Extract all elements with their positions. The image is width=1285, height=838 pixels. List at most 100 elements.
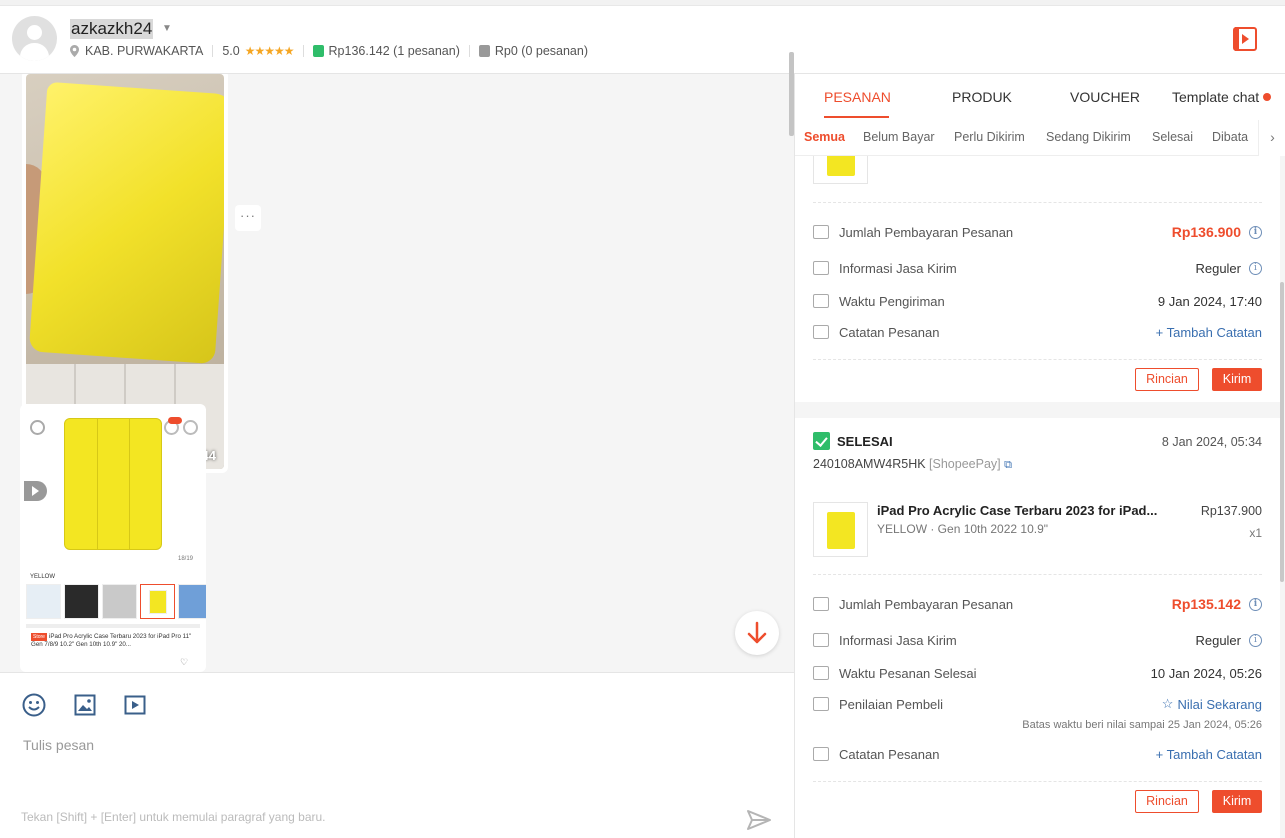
- shipping-row: Informasi Jasa Kirim Reguler i: [813, 630, 1262, 650]
- collapse-panel-icon[interactable]: [1233, 27, 1257, 51]
- subtab-dibatalkan[interactable]: Dibata: [1212, 130, 1248, 144]
- order-card-1: Jumlah Pembayaran Pesanan Rp136.900 i Inf…: [795, 129, 1280, 402]
- product-qty: x1: [1249, 526, 1262, 540]
- rating-deadline: Batas waktu beri nilai sampai 25 Jan 202…: [1022, 719, 1262, 731]
- tab-voucher[interactable]: VOUCHER: [1070, 89, 1140, 105]
- subtab-semua[interactable]: Semua: [804, 130, 845, 144]
- active-tab-indicator: [824, 116, 889, 118]
- detail-button[interactable]: Rincian: [1135, 790, 1199, 813]
- variant-thumbnails: [26, 584, 206, 619]
- message-input[interactable]: Tulis pesan: [23, 737, 94, 753]
- payment-method: [ShopeePay]: [929, 457, 1001, 471]
- add-note-link[interactable]: + Tambah Catatan: [1156, 325, 1262, 340]
- info-icon[interactable]: i: [1249, 261, 1262, 275]
- tab-pesanan[interactable]: PESANAN: [824, 89, 891, 105]
- payment-row: Jumlah Pembayaran Pesanan Rp135.142 i: [813, 594, 1262, 614]
- variant-label: YELLOW: [30, 574, 56, 580]
- complete-time-row: Waktu Pesanan Selesai 10 Jan 2024, 05:26: [813, 663, 1262, 683]
- subtab-perlu-dikirim[interactable]: Perlu Dikirim: [954, 130, 1025, 144]
- completed-orders: Rp136.142 (1 pesanan): [328, 44, 460, 58]
- add-note-link[interactable]: + Tambah Catatan: [1156, 747, 1262, 762]
- star-outline-icon: ☆: [1161, 696, 1174, 711]
- payment-icon: [813, 597, 829, 611]
- note-icon: [813, 325, 829, 339]
- order-card-2: SELESAI 8 Jan 2024, 05:34 240108AMW4R5HK…: [795, 418, 1280, 838]
- video-icon[interactable]: [124, 695, 146, 715]
- location-pin-icon: [70, 45, 79, 57]
- notification-dot: [1263, 93, 1272, 101]
- payment-amount: Rp136.900: [1171, 224, 1241, 240]
- send-order-button[interactable]: Kirim: [1212, 790, 1262, 813]
- subtab-belum-bayar[interactable]: Belum Bayar: [863, 130, 935, 144]
- product-title: Store iPad Pro Acrylic Case Terbaru 2023 …: [31, 633, 192, 648]
- order-id: 240108AMW4R5HK: [813, 457, 926, 471]
- delivery-time-value: 9 Jan 2024, 17:40: [1157, 293, 1262, 309]
- chat-messages[interactable]: 10:44 ··· 18/19 YELLOW StoreiPad Pro Acr…: [0, 74, 794, 672]
- image-counter: 18/19: [178, 556, 194, 562]
- order-id-line: 240108AMW4R5HK [ShopeePay] ⧉: [813, 457, 1012, 472]
- send-icon[interactable]: [746, 809, 772, 831]
- composer-hint: Tekan [Shift] + [Enter] untuk memulai pa…: [21, 810, 326, 824]
- info-icon: [183, 420, 198, 435]
- shipping-value: Reguler: [1195, 260, 1241, 276]
- panel-scrollbar[interactable]: [1280, 282, 1284, 582]
- shipping-value: Reguler: [1195, 632, 1241, 648]
- image-icon[interactable]: [74, 694, 96, 716]
- info-icon[interactable]: i: [1249, 633, 1262, 647]
- payment-icon: [813, 225, 829, 239]
- chevron-down-icon[interactable]: ▼: [162, 23, 172, 34]
- product-screenshot-message[interactable]: 18/19 YELLOW Store iPad Pro Acrylic Case …: [20, 404, 206, 672]
- panel-tabs: PESANAN PRODUK VOUCHER Template chat: [795, 74, 1285, 120]
- avatar[interactable]: [12, 16, 57, 61]
- tab-template-chat[interactable]: Template chat: [1172, 89, 1272, 105]
- subtab-selesai[interactable]: Selesai: [1152, 130, 1193, 144]
- buyer-meta: KAB. PURWAKARTA 5.0 ★★★★★ Rp136.142 (1 p…: [70, 44, 588, 58]
- emoji-icon[interactable]: [22, 693, 46, 717]
- product-price: Rp137.900: [1200, 504, 1262, 518]
- send-order-button[interactable]: Kirim: [1212, 368, 1262, 391]
- buyer-location: KAB. PURWAKARTA: [85, 44, 204, 58]
- subtab-sedang-dikirim[interactable]: Sedang Dikirim: [1046, 130, 1131, 144]
- cancelled-order-icon: [478, 45, 490, 57]
- chat-header: azkazkh24 ▼ KAB. PURWAKARTA 5.0 ★★★★★ Rp…: [0, 6, 1285, 74]
- truck-icon: [813, 261, 829, 275]
- scroll-to-bottom-button[interactable]: [735, 611, 779, 655]
- truck-icon: [813, 633, 829, 647]
- info-icon[interactable]: i: [1249, 597, 1262, 611]
- detail-button[interactable]: Rincian: [1135, 368, 1199, 391]
- star-rating-icon: ★★★★★: [244, 44, 295, 58]
- order-status: SELESAI: [837, 434, 893, 449]
- product-image: [64, 418, 162, 550]
- shipping-row: Informasi Jasa Kirim Reguler i: [813, 258, 1262, 278]
- order-date: 8 Jan 2024, 05:34: [1161, 435, 1262, 449]
- order-note-row: Catatan Pesanan + Tambah Catatan: [813, 322, 1262, 342]
- calendar-check-icon: [813, 666, 829, 680]
- product-thumbnail[interactable]: [813, 502, 868, 557]
- username[interactable]: azkazkh24: [70, 19, 154, 39]
- product-variant: YELLOW · Gen 10th 2022 10.9": [877, 522, 1049, 536]
- rate-now-link[interactable]: ☆ Nilai Sekarang: [1162, 696, 1262, 712]
- delivery-truck-icon: [813, 294, 829, 308]
- info-icon[interactable]: i: [1249, 225, 1262, 239]
- rating-row: Penilaian Pembeli ☆ Nilai Sekarang: [813, 694, 1262, 714]
- completed-order-icon: [312, 45, 324, 57]
- tab-produk[interactable]: PRODUK: [952, 89, 1012, 105]
- chevron-right-icon[interactable]: ›: [1258, 120, 1285, 156]
- external-link-icon[interactable]: ⧉: [1004, 459, 1012, 471]
- heart-icon: ♡: [180, 657, 189, 667]
- cart-badge: [168, 417, 182, 424]
- buyer-rating: 5.0: [222, 44, 240, 58]
- rating-icon: [813, 697, 829, 711]
- complete-time-value: 10 Jan 2024, 05:26: [1150, 665, 1262, 681]
- message-composer: Tulis pesan Tekan [Shift] + [Enter] untu…: [0, 672, 794, 838]
- play-icon: [24, 481, 47, 501]
- order-filter-tabs: Semua Belum Bayar Perlu Dikirim Sedang D…: [795, 120, 1285, 156]
- completed-status-icon: [813, 432, 830, 450]
- cancelled-orders: Rp0 (0 pesanan): [494, 44, 588, 58]
- arrow-down-icon: [747, 621, 767, 644]
- more-options-icon[interactable]: ···: [235, 205, 261, 231]
- back-icon: [30, 420, 45, 435]
- delivery-time-row: Waktu Pengiriman 9 Jan 2024, 17:40: [813, 291, 1262, 311]
- product-name[interactable]: iPad Pro Acrylic Case Terbaru 2023 for i…: [877, 503, 1157, 518]
- payment-amount: Rp135.142: [1171, 596, 1241, 612]
